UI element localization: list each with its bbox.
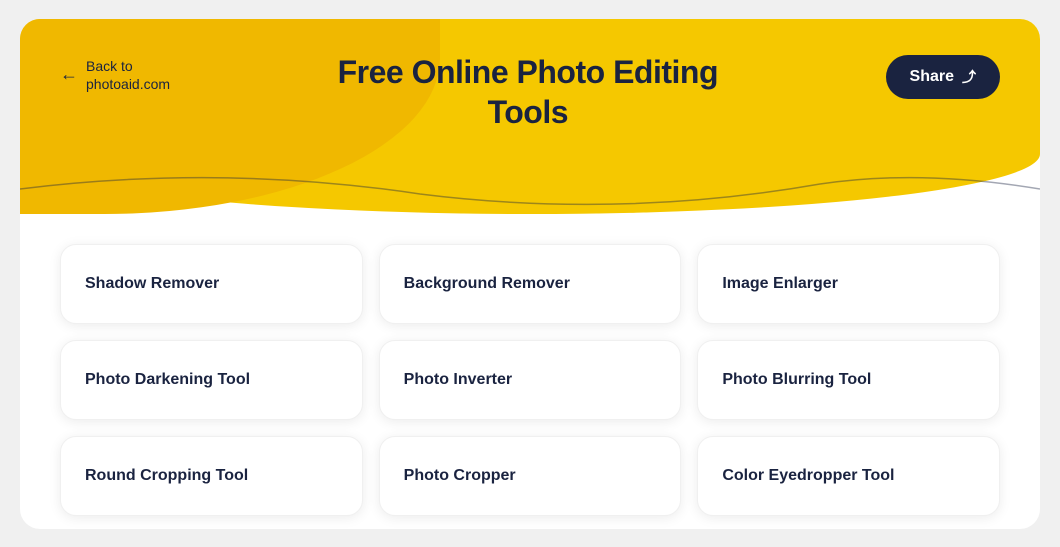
- tool-card-label-color-eyedropper-tool: Color Eyedropper Tool: [722, 467, 894, 485]
- title-line2: Tools: [488, 94, 568, 130]
- back-text: Back to photoaid.com: [86, 57, 170, 93]
- title-line1: Free Online Photo Editing: [338, 54, 718, 90]
- header-area: ← Back to photoaid.com Free Online Photo…: [20, 19, 1040, 214]
- tool-card-photo-inverter[interactable]: Photo Inverter: [379, 340, 682, 420]
- tool-card-photo-darkening-tool[interactable]: Photo Darkening Tool: [60, 340, 363, 420]
- tool-card-label-round-cropping-tool: Round Cropping Tool: [85, 467, 248, 485]
- tool-card-label-background-remover: Background Remover: [404, 275, 570, 293]
- share-label: Share: [910, 68, 954, 86]
- tools-grid: Shadow Remover Background Remover Image En…: [20, 224, 1040, 529]
- tool-card-label-shadow-remover: Shadow Remover: [85, 275, 219, 293]
- tool-card-photo-blurring-tool[interactable]: Photo Blurring Tool: [697, 340, 1000, 420]
- back-link[interactable]: ← Back to photoaid.com: [60, 47, 170, 93]
- share-button[interactable]: Share ⤴: [886, 55, 1000, 99]
- main-container: ← Back to photoaid.com Free Online Photo…: [20, 19, 1040, 529]
- tool-card-color-eyedropper-tool[interactable]: Color Eyedropper Tool: [697, 436, 1000, 516]
- tool-card-round-cropping-tool[interactable]: Round Cropping Tool: [60, 436, 363, 516]
- page-title: Free Online Photo Editing Tools: [170, 47, 885, 132]
- tool-card-shadow-remover[interactable]: Shadow Remover: [60, 244, 363, 324]
- tool-card-label-image-enlarger: Image Enlarger: [722, 275, 838, 293]
- tool-card-background-remover[interactable]: Background Remover: [379, 244, 682, 324]
- share-icon: ⤴: [962, 67, 976, 87]
- tool-card-label-photo-inverter: Photo Inverter: [404, 371, 512, 389]
- tool-card-photo-cropper[interactable]: Photo Cropper: [379, 436, 682, 516]
- tool-card-label-photo-darkening-tool: Photo Darkening Tool: [85, 371, 250, 389]
- back-arrow-icon: ←: [60, 64, 78, 85]
- tool-card-image-enlarger[interactable]: Image Enlarger: [697, 244, 1000, 324]
- tool-card-label-photo-blurring-tool: Photo Blurring Tool: [722, 371, 871, 389]
- tool-card-label-photo-cropper: Photo Cropper: [404, 467, 516, 485]
